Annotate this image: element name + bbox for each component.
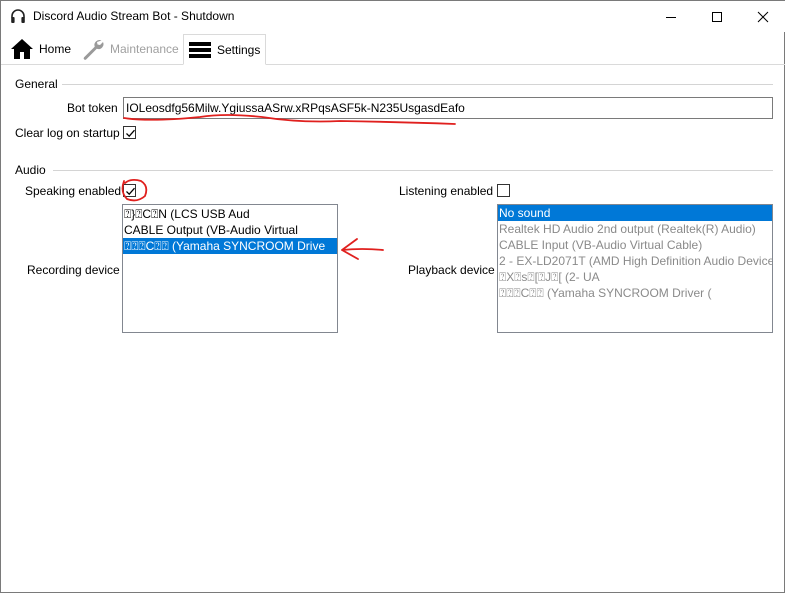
home-icon [10, 38, 34, 60]
tab-home[interactable]: Home [6, 34, 76, 64]
tab-bar: Home Maintenance Settings [1, 34, 785, 65]
list-item-selected[interactable]: No sound [498, 205, 772, 221]
list-item[interactable]: Realtek HD Audio 2nd output (Realtek(R) … [498, 221, 772, 237]
wrench-icon [81, 37, 105, 61]
listening-enabled-checkbox[interactable] [497, 184, 510, 197]
audio-divider [53, 170, 773, 171]
close-icon [757, 11, 769, 22]
list-item[interactable]: ⍰}⍰C⍰N (LCS USB Aud [123, 206, 337, 222]
checkmark-icon [126, 129, 135, 138]
list-item[interactable]: CABLE Input (VB-Audio Virtual Cable) [498, 237, 772, 253]
minimize-button[interactable] [648, 1, 694, 32]
general-divider [62, 84, 773, 85]
checkmark-icon [126, 187, 135, 196]
tab-settings-label: Settings [217, 42, 261, 57]
list-item[interactable]: ⍰X⍰s⍰[⍰J⍰[ (2- UA [498, 269, 772, 285]
list-item[interactable]: CABLE Output (VB-Audio Virtual [123, 222, 337, 238]
bot-token-input[interactable]: IOLeosdfg56Milw.YgiussaASrw.xRPqsASF5k-N… [123, 97, 773, 119]
audio-group-label: Audio [15, 163, 46, 177]
listening-enabled-label: Listening enabled [399, 184, 494, 198]
clear-log-checkbox[interactable] [123, 126, 136, 139]
playback-device-list[interactable]: No sound Realtek HD Audio 2nd output (Re… [497, 204, 773, 333]
list-item[interactable]: 2 - EX-LD2071T (AMD High Definition Audi… [498, 253, 772, 269]
recording-device-list[interactable]: ⍰}⍰C⍰N (LCS USB Aud CABLE Output (VB-Aud… [122, 204, 338, 333]
speaking-enabled-checkbox[interactable] [123, 184, 136, 197]
recording-device-label: Recording device [27, 263, 120, 277]
title-bar: Discord Audio Stream Bot - Shutdown [1, 1, 785, 32]
general-group-label: General [15, 77, 58, 91]
speaking-enabled-label: Speaking enabled [25, 184, 122, 198]
tab-maintenance-label: Maintenance [110, 42, 179, 56]
list-item[interactable]: ⍰⍰⍰C⍰⍰ (Yamaha SYNCROOM Driver ( [498, 285, 772, 301]
tab-home-label: Home [39, 42, 72, 56]
tab-maintenance[interactable]: Maintenance [77, 34, 182, 64]
tab-settings[interactable]: Settings [183, 34, 266, 65]
minimize-icon [666, 16, 676, 18]
bot-token-label: Bot token [67, 101, 118, 115]
clear-log-label: Clear log on startup [15, 126, 120, 140]
maximize-button[interactable] [694, 1, 740, 32]
headphones-icon [11, 9, 25, 23]
hamburger-icon [188, 40, 212, 60]
close-button[interactable] [740, 1, 786, 32]
maximize-icon [712, 11, 722, 22]
playback-device-label: Playback device [408, 263, 495, 277]
list-item-selected[interactable]: ⍰⍰⍰C⍰⍰ (Yamaha SYNCROOM Drive [123, 238, 337, 254]
app-window: Discord Audio Stream Bot - Shutdown Home [0, 0, 785, 593]
window-title: Discord Audio Stream Bot - Shutdown [33, 9, 235, 23]
